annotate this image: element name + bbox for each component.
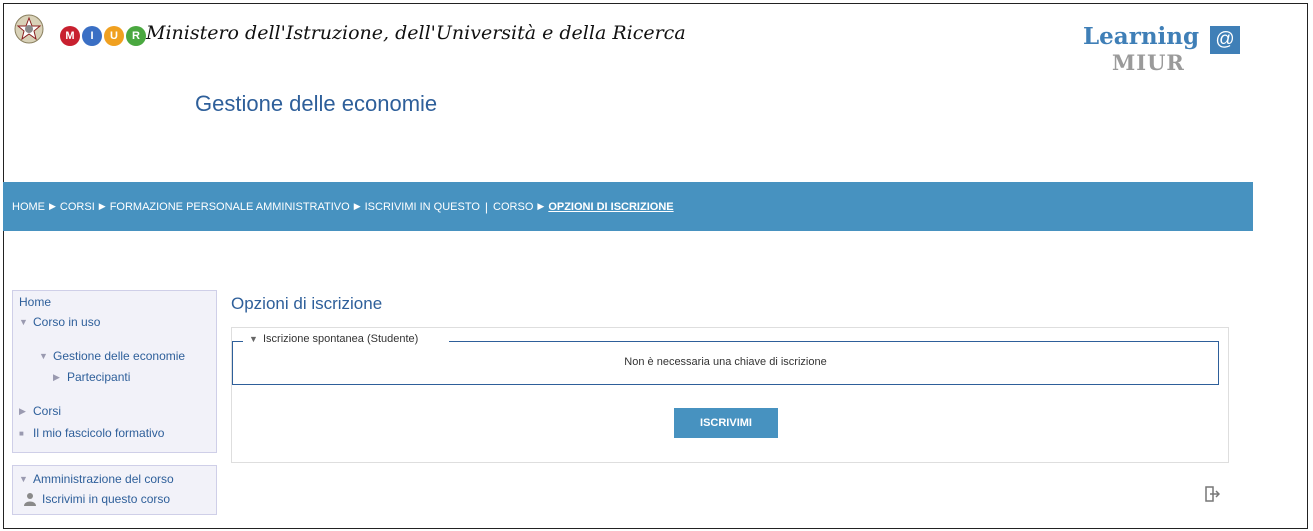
course-title: Gestione delle economie [195, 91, 438, 116]
expanded-triangle-icon: ▼ [249, 334, 258, 344]
breadcrumb-arrow-icon: ▶ [537, 201, 545, 211]
breadcrumb-arrow-icon: ▶ [98, 201, 106, 211]
admin-title-label: Amministrazione del corso [33, 472, 174, 486]
breadcrumb-enrol[interactable]: ISCRIVIMI IN QUESTO [365, 201, 480, 213]
enrolment-panel: ▼ Iscrizione spontanea (Studente) Non è … [231, 327, 1229, 463]
ministry-name: Ministero dell'Istruzione, dell'Universi… [146, 22, 686, 44]
miur-letter-m: M [60, 26, 80, 46]
nav-item-course[interactable]: ▼ Gestione delle economie [39, 349, 185, 363]
breadcrumb-arrow-icon: ▶ [353, 201, 361, 211]
nav-item-label: Gestione delle economie [53, 349, 186, 363]
italian-republic-emblem-icon [14, 14, 44, 44]
fieldset-legend[interactable]: ▼ Iscrizione spontanea (Studente) [249, 333, 418, 345]
navigation-block: Home ▼ Corso in uso ▼ Gestione delle eco… [12, 290, 217, 453]
fieldset-legend-label: Iscrizione spontanea (Studente) [263, 333, 419, 345]
breadcrumb-course[interactable]: CORSO [493, 201, 533, 213]
breadcrumb-courses[interactable]: CORSI [60, 201, 95, 213]
nav-item-label: Corso in uso [33, 315, 101, 329]
breadcrumb-home[interactable]: HOME [12, 201, 45, 213]
collapsed-triangle-icon: ▶ [19, 405, 26, 416]
nav-item-label: Partecipanti [67, 370, 131, 384]
bullet-icon: ■ [19, 428, 24, 438]
nav-item-courses[interactable]: ▶ Corsi [19, 404, 61, 418]
fieldset-border [449, 341, 1218, 342]
learning-logo-at: @ [1210, 26, 1240, 54]
admin-enrol-label: Iscrivimi in questo corso [42, 492, 171, 506]
miur-logo: M I U R [60, 26, 146, 46]
nav-item-training-file[interactable]: ■ Il mio fascicolo formativo [19, 426, 164, 440]
admin-title[interactable]: ▼ Amministrazione del corso [19, 472, 174, 486]
miur-letter-r: R [126, 26, 146, 46]
learning-miur-logo[interactable]: Learning @ MIUR [1083, 23, 1240, 93]
expanded-triangle-icon: ▼ [19, 474, 28, 484]
breadcrumb-current[interactable]: OPZIONI DI ISCRIZIONE [548, 201, 673, 213]
enrol-button[interactable]: ISCRIVIMI [674, 408, 778, 438]
breadcrumb-category[interactable]: FORMAZIONE PERSONALE AMMINISTRATIVO [110, 201, 350, 213]
expanded-triangle-icon: ▼ [39, 351, 48, 361]
miur-letter-i: I [82, 26, 102, 46]
collapsed-triangle-icon: ▶ [53, 371, 60, 382]
breadcrumb-pipe: | [484, 199, 489, 214]
breadcrumb: HOME ▶ CORSI ▶ FORMAZIONE PERSONALE AMMI… [3, 182, 1253, 231]
no-key-message: Non è necessaria una chiave di iscrizion… [624, 356, 827, 368]
admin-enrol-link[interactable]: Iscrivimi in questo corso [23, 492, 170, 506]
page-title: Opzioni di iscrizione [231, 294, 383, 313]
nav-item-label: Il mio fascicolo formativo [33, 426, 165, 440]
nav-item-label: Home [19, 295, 52, 309]
nav-item-label: Corsi [33, 404, 62, 418]
nav-item-home[interactable]: Home [19, 295, 51, 309]
nav-item-participants[interactable]: ▶ Partecipanti [53, 370, 130, 384]
miur-letter-u: U [104, 26, 124, 46]
learning-logo-sub: MIUR [1112, 50, 1185, 75]
user-icon [24, 493, 36, 506]
enrolment-fieldset: ▼ Iscrizione spontanea (Studente) Non è … [232, 333, 1219, 385]
expanded-triangle-icon: ▼ [19, 317, 28, 327]
fieldset-border [233, 341, 243, 342]
breadcrumb-arrow-icon: ▶ [49, 201, 56, 211]
learning-logo-word: Learning [1083, 23, 1200, 50]
administration-block: ▼ Amministrazione del corso Iscrivimi in… [12, 465, 217, 515]
nav-item-current-course[interactable]: ▼ Corso in uso [19, 315, 100, 329]
logout-icon[interactable] [1204, 486, 1220, 502]
